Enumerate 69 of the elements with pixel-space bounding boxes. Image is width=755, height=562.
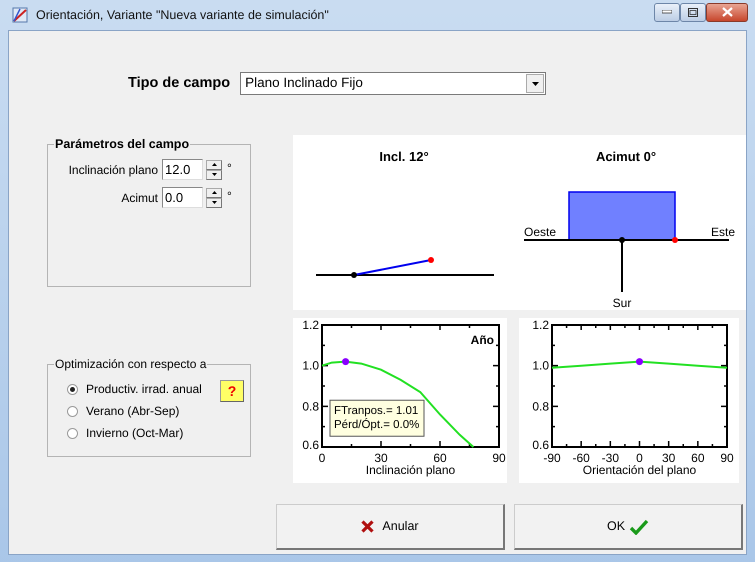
- window-title: Orientación, Variante "Nueva variante de simulación": [36, 6, 329, 24]
- unit-label: °: [227, 160, 232, 176]
- tick-label: -60: [572, 451, 590, 465]
- app-icon: [12, 7, 28, 23]
- field-label: Inclinación plano: [68, 162, 158, 178]
- info-text: Pérd/Ópt.= 0.0%: [334, 419, 420, 432]
- field-type-label: Tipo de campo: [128, 74, 230, 93]
- close-button[interactable]: [706, 2, 748, 22]
- option-label[interactable]: Verano (Abr-Sep): [86, 402, 180, 420]
- number-field[interactable]: 12.0: [162, 159, 203, 180]
- tick-label: 0.8: [532, 399, 549, 414]
- group-title: Parámetros del campo: [54, 138, 190, 150]
- dropdown-field[interactable]: Plano Inclinado Fijo: [240, 72, 546, 95]
- tick-label: 60: [691, 451, 705, 465]
- caret-icon: [532, 82, 539, 86]
- number-field[interactable]: 0.0: [162, 187, 203, 208]
- tick-label: 30: [374, 451, 388, 465]
- field-label: Acimut: [120, 190, 158, 206]
- option-label[interactable]: Productiv. irrad. anual: [86, 380, 202, 398]
- point-marker: [636, 358, 643, 366]
- direction-label: Sur: [612, 296, 632, 310]
- tick-label: 60: [433, 451, 447, 465]
- radio-button[interactable]: [67, 406, 78, 416]
- diagram-title: Acimut 0°: [596, 149, 656, 164]
- tick-label: 0: [318, 451, 326, 465]
- tick-label: 0.6: [302, 438, 319, 452]
- spin-up-button[interactable]: [206, 188, 222, 198]
- up-arrow-icon: [212, 191, 216, 194]
- spin-down-button[interactable]: [206, 170, 222, 180]
- minimize-icon: [662, 10, 672, 14]
- tick-label: 0: [636, 451, 643, 465]
- cross-icon: [361, 520, 374, 533]
- tick-label: 0.6: [532, 438, 549, 452]
- up-arrow-icon: [212, 163, 216, 166]
- maximize-icon: [688, 8, 698, 16]
- spin-down-button[interactable]: [206, 198, 222, 208]
- group-title: Optimización con respecto a: [54, 358, 208, 370]
- tick-label: 90: [492, 451, 506, 465]
- tick-label: 30: [662, 451, 676, 465]
- dialog-button[interactable]: OK: [514, 504, 743, 550]
- help-button[interactable]: ?: [220, 380, 244, 402]
- info-text: FTranpos.= 1.01: [334, 405, 418, 418]
- dialog-button[interactable]: Anular: [276, 504, 505, 550]
- down-arrow-icon: [212, 201, 216, 204]
- spin-up-button[interactable]: [206, 160, 222, 170]
- chart-title: Año: [470, 333, 494, 347]
- tick-label: 90: [720, 451, 734, 465]
- point-marker: [342, 358, 350, 366]
- tick-label: 1.0: [302, 358, 319, 373]
- axis-label: Orientación del plano: [582, 463, 696, 477]
- minimize-button[interactable]: [654, 2, 680, 22]
- close-icon: [722, 7, 732, 17]
- down-arrow-icon: [212, 173, 216, 176]
- diagram-title: Incl. 12°: [379, 149, 429, 164]
- tick-label: -30: [602, 451, 619, 465]
- direction-label: Este: [710, 225, 735, 239]
- maximize-button[interactable]: [680, 2, 706, 22]
- checkmark-icon: [629, 518, 650, 534]
- option-label[interactable]: Invierno (Oct-Mar): [86, 424, 184, 442]
- tick-label: 1.2: [532, 318, 549, 332]
- radio-button[interactable]: [67, 384, 78, 394]
- tick-label: 1.2: [302, 318, 319, 332]
- radio-button[interactable]: [67, 428, 78, 438]
- direction-label: Oeste: [524, 225, 556, 239]
- unit-label: °: [227, 188, 232, 204]
- tick-label: 0.8: [302, 399, 319, 414]
- tick-label: 1.0: [532, 358, 549, 373]
- axis-label: Inclinación plano: [366, 463, 456, 477]
- tick-label: -90: [543, 451, 561, 465]
